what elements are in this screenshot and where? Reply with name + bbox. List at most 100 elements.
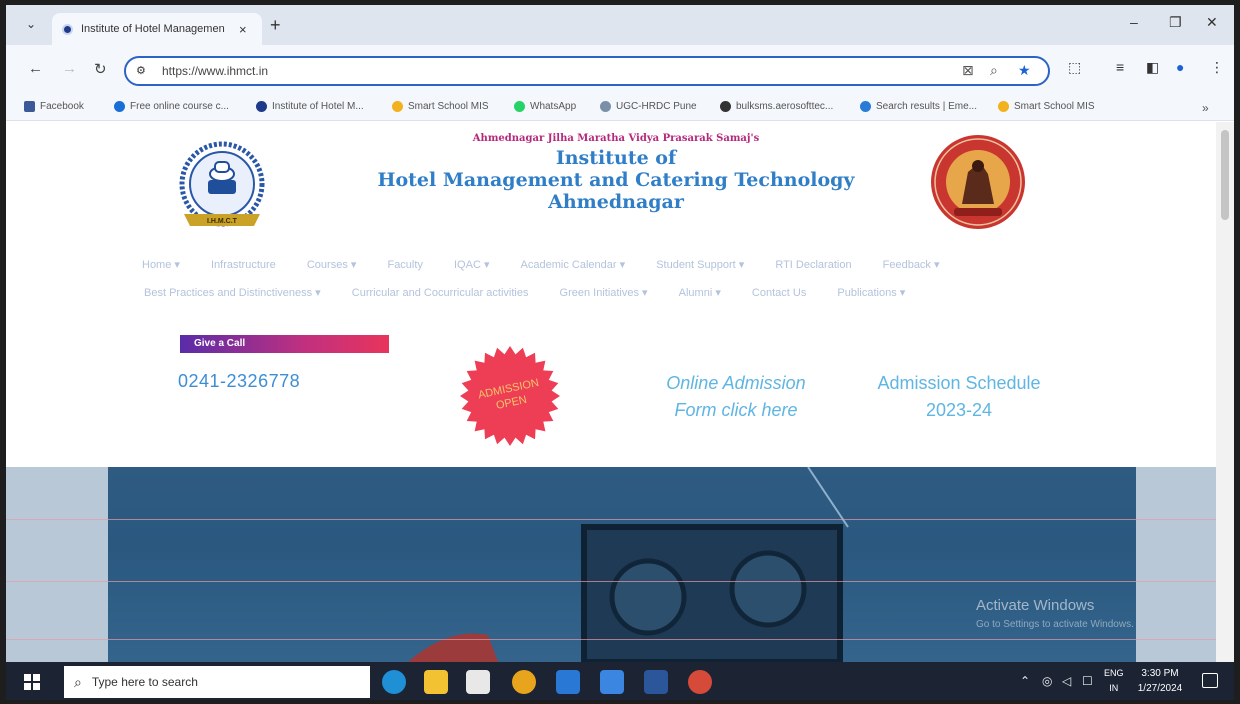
mail-icon[interactable]: [556, 670, 580, 694]
profile-icon[interactable]: ●: [1176, 59, 1184, 75]
nav-feedback[interactable]: Feedback ▾: [883, 258, 940, 271]
nav-publications[interactable]: Publications ▾: [837, 286, 905, 299]
site-title-line3: Ahmednagar: [548, 191, 684, 213]
word-icon[interactable]: [644, 670, 668, 694]
nav-faculty[interactable]: Faculty: [387, 259, 422, 271]
reading-list-icon[interactable]: ≡: [1116, 59, 1124, 75]
translate-icon[interactable]: ⊠: [962, 62, 974, 79]
online-admission-line2: Form click here: [674, 400, 798, 420]
nav-student-support[interactable]: Student Support ▾: [656, 258, 744, 271]
bookmark-label: bulksms.aerosofttec...: [736, 101, 834, 112]
facebook-icon: [24, 101, 35, 112]
zoom-icon[interactable]: ⌕: [990, 62, 998, 79]
phone-number[interactable]: 0241-2326778: [178, 371, 300, 392]
back-arrow-icon[interactable]: ←: [28, 60, 43, 77]
bookmark-item[interactable]: Free online course c...: [114, 101, 229, 112]
edge-icon[interactable]: [382, 670, 406, 694]
site-favicon-icon: [62, 23, 73, 35]
reload-icon[interactable]: ↻: [94, 60, 107, 78]
forward-arrow-icon[interactable]: →: [62, 60, 77, 77]
site-info-icon[interactable]: ⚙: [136, 64, 146, 77]
new-tab-button[interactable]: +: [270, 15, 281, 36]
taskbar-search-input[interactable]: ⌕ Type here to search: [64, 666, 370, 698]
main-nav-row1: Home ▾ Infrastructure Courses ▾ Faculty …: [136, 258, 940, 271]
admission-open-badge[interactable]: ADMISSION OPEN: [458, 344, 562, 448]
store-icon[interactable]: [466, 670, 490, 694]
school-icon: [998, 101, 1009, 112]
bookmark-item[interactable]: Smart School MIS: [998, 101, 1095, 112]
clock-time: 3:30 PM: [1141, 668, 1179, 679]
nav-curricular-activities[interactable]: Curricular and Cocurricular activities: [352, 287, 529, 299]
bookmark-label: Institute of Hotel M...: [272, 101, 364, 112]
give-a-call-label: Give a Call: [180, 335, 389, 353]
nav-rti-declaration[interactable]: RTI Declaration: [775, 259, 851, 271]
nav-green-initiatives[interactable]: Green Initiatives ▾: [560, 286, 648, 299]
bookmark-item[interactable]: Facebook: [24, 101, 84, 112]
activate-windows-title: Activate Windows: [976, 597, 1095, 614]
nav-best-practices[interactable]: Best Practices and Distinctiveness ▾: [144, 286, 321, 299]
volume-icon[interactable]: ◁: [1062, 674, 1071, 688]
hero-banner-image: [108, 467, 1136, 662]
online-admission-line1: Online Admission: [666, 373, 806, 393]
url-text[interactable]: https://www.ihmct.in: [162, 64, 268, 78]
scan-line: [6, 519, 1216, 520]
windows-taskbar: ⌕ Type here to search ⌃ ◎ ◁ ☐ ENG IN 3:3…: [6, 662, 1234, 700]
nav-courses[interactable]: Courses ▾: [307, 258, 357, 271]
scan-line: [6, 639, 1216, 640]
network-icon[interactable]: ◎: [1042, 674, 1052, 688]
hero-banner: Activate Windows Go to Settings to activ…: [6, 467, 1216, 662]
nav-home[interactable]: Home ▾: [142, 258, 180, 271]
tab-close-icon[interactable]: ×: [239, 22, 247, 37]
bookmark-label: Facebook: [40, 101, 84, 112]
bookmark-star-icon[interactable]: ★: [1018, 62, 1031, 79]
bookmark-item[interactable]: Institute of Hotel M...: [256, 101, 364, 112]
page-viewport: I.H.M.C.T Ahmednagar Jilha Maratha Vidya…: [6, 122, 1216, 662]
language-line2: IN: [1109, 683, 1119, 693]
side-panel-icon[interactable]: ◧: [1146, 59, 1159, 76]
bookmarks-bar: Facebook Free online course c... Institu…: [6, 95, 1234, 121]
bookmark-item[interactable]: bulksms.aerosofttec...: [720, 101, 833, 112]
admission-schedule-line1: Admission Schedule: [877, 373, 1041, 393]
nav-contact-us[interactable]: Contact Us: [752, 287, 806, 299]
bookmark-item[interactable]: Smart School MIS: [392, 101, 489, 112]
minimize-button[interactable]: –: [1130, 14, 1138, 30]
nav-academic-calendar[interactable]: Academic Calendar ▾: [521, 258, 626, 271]
ugc-icon: [600, 101, 611, 112]
input-language[interactable]: ENG IN: [1104, 666, 1124, 696]
chrome-profile-icon[interactable]: [688, 670, 712, 694]
online-admission-link[interactable]: Online Admission Form click here: [636, 370, 836, 424]
taskbar-clock[interactable]: 3:30 PM 1/27/2024: [1130, 666, 1190, 696]
restore-button[interactable]: ❐: [1169, 14, 1182, 31]
tab-title: Institute of Hotel Managemen: [81, 23, 225, 35]
file-explorer-icon[interactable]: [424, 670, 448, 694]
tray-chevron-icon[interactable]: ⌃: [1020, 674, 1030, 688]
close-window-button[interactable]: ✕: [1206, 14, 1218, 31]
bookmark-label: UGC-HRDC Pune: [616, 101, 697, 112]
admission-schedule-link[interactable]: Admission Schedule 2023-24: [856, 370, 1062, 424]
site-favicon-icon: [256, 101, 267, 112]
address-bar[interactable]: ⚙ https://www.ihmct.in ⊠ ⌕ ★: [124, 56, 1050, 86]
nav-alumni[interactable]: Alumni ▾: [679, 286, 721, 299]
notifications-icon[interactable]: [1202, 673, 1218, 688]
society-name: Ahmednagar Jilha Maratha Vidya Prasarak …: [472, 133, 760, 144]
menu-dots-icon[interactable]: ⋮: [1210, 59, 1224, 76]
nav-iqac[interactable]: IQAC ▾: [454, 258, 489, 271]
chrome-icon[interactable]: [512, 670, 536, 694]
extensions-icon[interactable]: ⬚: [1068, 59, 1081, 76]
bookmark-item[interactable]: UGC-HRDC Pune: [600, 101, 697, 112]
nav-infrastructure[interactable]: Infrastructure: [211, 259, 276, 271]
globe-icon: [720, 101, 731, 112]
wifi-icon[interactable]: ☐: [1082, 674, 1093, 688]
photos-icon[interactable]: [600, 670, 624, 694]
windows-start-icon[interactable]: [24, 674, 40, 690]
search-placeholder: Type here to search: [91, 675, 198, 689]
scrollbar-thumb[interactable]: [1221, 130, 1229, 220]
logo-ribbon-text: I.H.M.C.T: [207, 218, 238, 225]
browser-tab[interactable]: Institute of Hotel Managemen ×: [52, 13, 262, 45]
bookmark-item[interactable]: WhatsApp: [514, 101, 576, 112]
whatsapp-icon: [514, 101, 525, 112]
page-scrollbar[interactable]: [1216, 122, 1234, 662]
tab-search-icon[interactable]: ⌄: [26, 17, 36, 31]
bookmark-item[interactable]: Search results | Eme...: [860, 101, 977, 112]
bookmarks-overflow-button[interactable]: »: [1202, 101, 1209, 115]
